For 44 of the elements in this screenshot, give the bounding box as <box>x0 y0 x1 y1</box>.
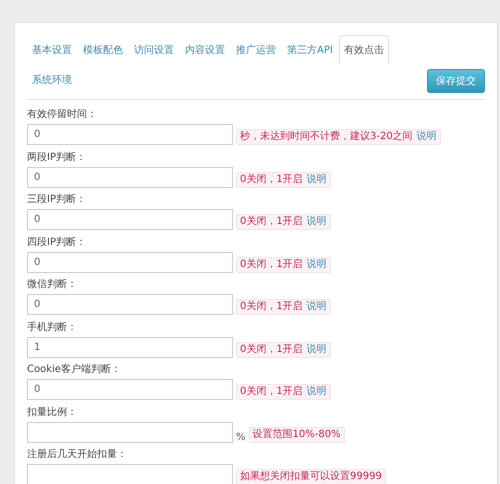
hint-text: 秒，未达到时间不计费，建议3-20之间 <box>240 131 413 143</box>
field-label: 四段IP判断： <box>27 236 86 248</box>
hint-text: 0关闭，1开启 <box>240 344 303 356</box>
field-label: 扣量比例： <box>27 406 77 418</box>
save-button[interactable]: 保存提交 <box>427 69 485 93</box>
input-field[interactable]: 0 <box>27 124 233 145</box>
hint-text: 如果想关闭扣量可以设置99999 <box>240 471 382 483</box>
tab[interactable]: 第三方API <box>282 35 338 65</box>
field-label: 有效停留时间： <box>27 108 97 121</box>
hint-text: 0关闭，1开启 <box>240 386 303 398</box>
unit-label: % <box>236 432 246 442</box>
tab[interactable]: 基本设置 <box>27 35 77 65</box>
input-field[interactable]: 0 <box>27 209 233 230</box>
help-link[interactable]: 说明 <box>306 301 327 313</box>
tab[interactable]: 访问设置 <box>129 35 179 65</box>
hint-text: 设置范围10%-80% <box>252 428 341 440</box>
field-label: 三段IP判断： <box>27 193 86 206</box>
help-link[interactable]: 说明 <box>306 344 327 356</box>
field-label: 微信判断： <box>27 278 77 291</box>
help-link[interactable]: 说明 <box>306 216 327 228</box>
hint-text: 0关闭，1开启 <box>240 174 303 186</box>
tab[interactable]: 模板配色 <box>78 35 128 65</box>
input-field[interactable] <box>27 464 233 484</box>
hint-text: 0关闭，1开启 <box>240 301 303 313</box>
tab[interactable]: 系统环境 <box>27 65 77 95</box>
help-link[interactable]: 说明 <box>416 131 437 143</box>
input-field[interactable]: 1 <box>27 336 233 358</box>
tab[interactable]: 内容设置 <box>180 35 230 65</box>
help-link[interactable]: 说明 <box>306 386 327 398</box>
input-field[interactable]: 0 <box>27 166 233 188</box>
help-link[interactable]: 说明 <box>306 174 327 186</box>
field-label: 注册后几天开始扣量： <box>27 448 127 461</box>
tab[interactable]: 有效点击 <box>338 35 389 65</box>
input-field[interactable]: 0 <box>27 379 233 400</box>
field-label: 两段IP判断： <box>27 150 86 164</box>
field-label: Cookie客户端判断： <box>27 363 121 376</box>
input-field[interactable]: 0 <box>27 252 233 272</box>
tab[interactable]: 推广运营 <box>231 35 281 65</box>
hint-text: 0关闭，1开启 <box>240 216 303 228</box>
hint-text: 0关闭，1开启 <box>240 258 303 270</box>
help-link[interactable]: 说明 <box>306 258 327 270</box>
input-field[interactable] <box>27 422 233 442</box>
input-field[interactable]: 0 <box>27 294 233 315</box>
field-label: 手机判断： <box>27 320 77 334</box>
